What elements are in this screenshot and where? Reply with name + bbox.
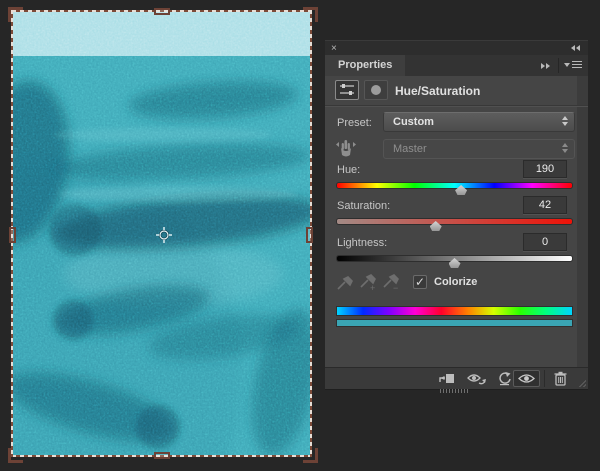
adjustment-controls-button[interactable] bbox=[335, 80, 359, 100]
document-canvas[interactable] bbox=[13, 12, 310, 455]
preset-dropdown[interactable]: Custom bbox=[383, 112, 575, 132]
tab-properties[interactable]: Properties bbox=[325, 55, 405, 76]
svg-text:−: − bbox=[393, 283, 398, 292]
crop-handle-middle-right[interactable] bbox=[306, 227, 313, 243]
channel-dropdown[interactable]: Master bbox=[383, 139, 575, 159]
saturation-value-input[interactable]: 42 bbox=[523, 196, 567, 214]
tabbar-divider bbox=[558, 58, 559, 73]
clip-to-layer-button[interactable] bbox=[435, 370, 457, 387]
panel-resize-grip[interactable] bbox=[576, 377, 586, 387]
panel-dock-header: × bbox=[325, 40, 588, 56]
lightness-slider-thumb[interactable] bbox=[449, 258, 461, 268]
toggle-visibility-button[interactable] bbox=[513, 370, 540, 387]
crop-handle-bottom-left[interactable] bbox=[8, 448, 23, 463]
trash-icon bbox=[554, 371, 567, 386]
crop-handle-top-center[interactable] bbox=[154, 8, 170, 15]
saturation-label: Saturation: bbox=[337, 200, 390, 212]
close-panel-icon[interactable]: × bbox=[331, 42, 337, 55]
header-divider bbox=[325, 105, 588, 106]
reset-button[interactable] bbox=[493, 370, 515, 387]
collapse-panels-icon[interactable] bbox=[571, 45, 580, 51]
lightness-slider-track[interactable] bbox=[337, 256, 572, 261]
svg-text:+: + bbox=[370, 283, 375, 292]
hue-slider-track[interactable] bbox=[337, 183, 572, 188]
mask-controls-button[interactable] bbox=[364, 80, 388, 100]
eye-with-arrow-icon bbox=[467, 372, 486, 386]
panel-drag-handle[interactable] bbox=[440, 389, 468, 393]
crop-handle-top-left[interactable] bbox=[8, 7, 23, 22]
eyedropper-subtract-icon[interactable]: − bbox=[381, 274, 401, 292]
crop-handle-top-right[interactable] bbox=[303, 7, 318, 22]
hue-value-input[interactable]: 190 bbox=[523, 160, 567, 178]
eye-icon bbox=[518, 373, 535, 384]
shifted-spectrum-bar bbox=[337, 307, 572, 315]
check-icon: ✓ bbox=[415, 275, 425, 289]
eyedropper-icon[interactable] bbox=[335, 274, 355, 292]
result-color-bar bbox=[337, 320, 572, 326]
eyedropper-add-icon[interactable]: + bbox=[358, 274, 378, 292]
saturation-slider-thumb[interactable] bbox=[430, 221, 442, 231]
view-previous-state-button[interactable] bbox=[465, 370, 487, 387]
delete-adjustment-button[interactable] bbox=[549, 370, 571, 387]
saturation-slider-track[interactable] bbox=[337, 219, 572, 224]
reset-arrow-icon bbox=[497, 371, 512, 386]
layer-mask-icon bbox=[365, 81, 387, 99]
panel-menu-icon[interactable] bbox=[564, 61, 582, 69]
dropdown-arrows-icon bbox=[562, 143, 568, 153]
toolbar-divider bbox=[544, 370, 545, 387]
colorize-checkbox[interactable]: ✓ bbox=[413, 275, 427, 289]
clip-to-layer-icon bbox=[438, 371, 455, 386]
panel-title: Hue/Saturation bbox=[395, 84, 480, 98]
lightness-value-input[interactable]: 0 bbox=[523, 233, 567, 251]
panel-right-gutter bbox=[577, 76, 588, 367]
hue-slider-thumb[interactable] bbox=[455, 185, 467, 195]
adjustment-sliders-icon bbox=[336, 81, 358, 99]
panel-footer-toolbar bbox=[325, 367, 588, 390]
preset-value: Custom bbox=[393, 116, 434, 128]
targeted-adjustment-hand-icon[interactable] bbox=[335, 138, 357, 158]
hue-label: Hue: bbox=[337, 164, 360, 176]
panel-tab-bar: Properties bbox=[325, 55, 588, 76]
crop-handle-bottom-right[interactable] bbox=[303, 448, 318, 463]
expand-panel-icon[interactable] bbox=[541, 63, 550, 69]
channel-value: Master bbox=[393, 143, 427, 155]
colorize-label: Colorize bbox=[434, 276, 477, 288]
properties-panel: Hue/Saturation Preset: Custom Master Hue… bbox=[325, 76, 588, 367]
crop-handle-bottom-center[interactable] bbox=[154, 452, 170, 459]
crop-handle-middle-left[interactable] bbox=[9, 227, 16, 243]
target-cursor-icon bbox=[155, 226, 173, 244]
dropdown-arrows-icon bbox=[562, 116, 568, 126]
lightness-label: Lightness: bbox=[337, 237, 387, 249]
preset-label: Preset: bbox=[337, 117, 372, 129]
